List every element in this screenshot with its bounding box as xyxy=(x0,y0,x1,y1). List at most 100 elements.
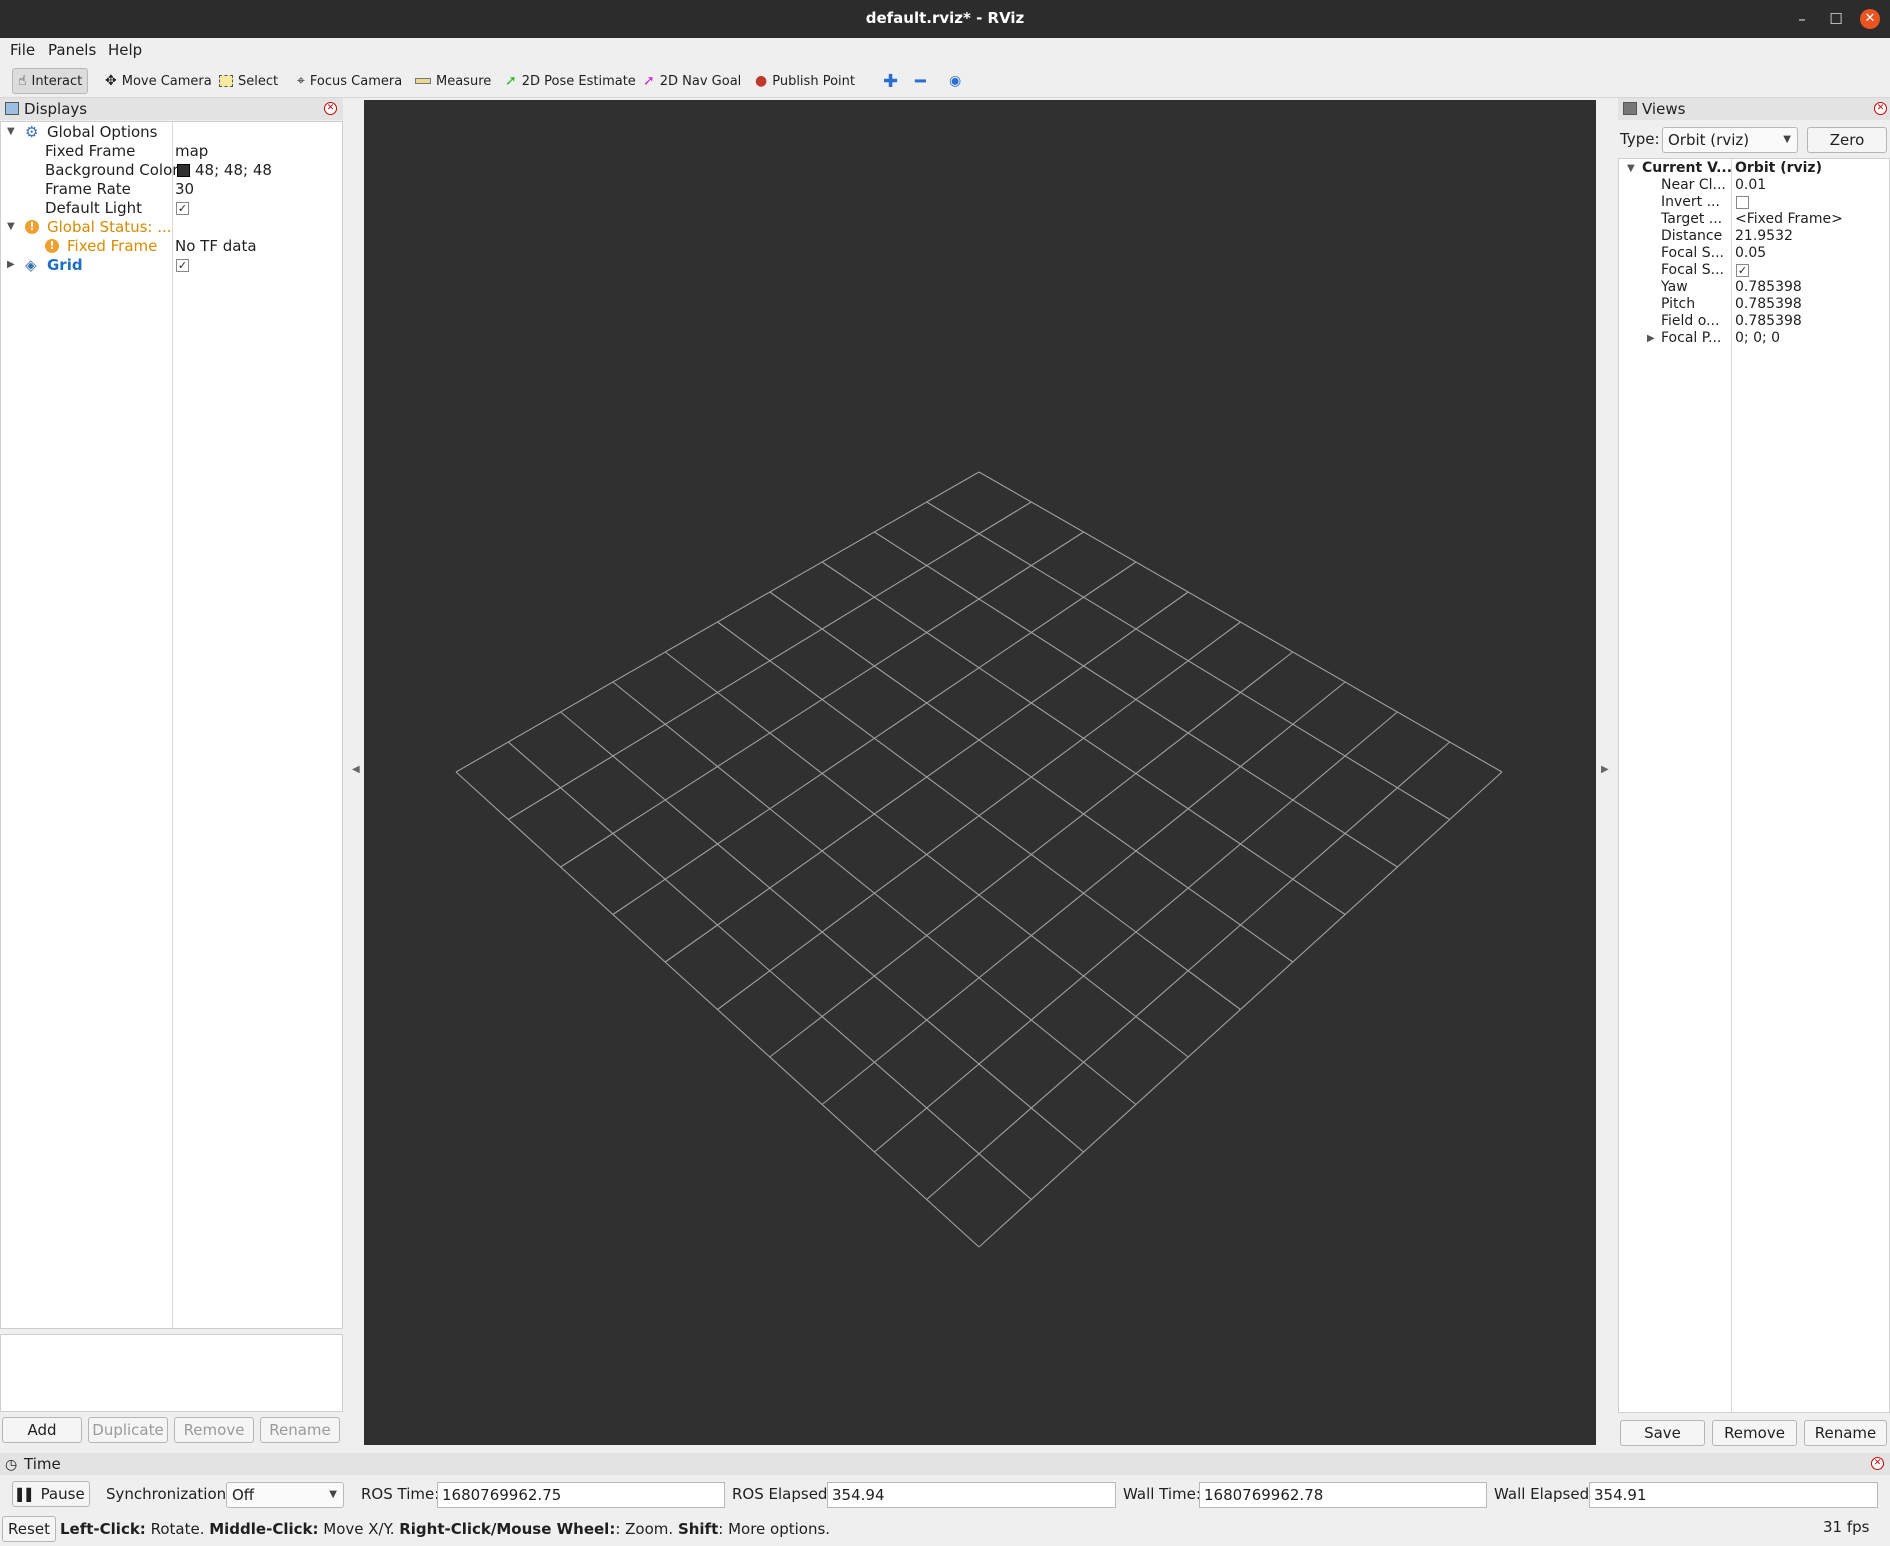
view-property-value[interactable]: <Fixed Frame> xyxy=(1735,211,1843,227)
global-status-row[interactable]: ▼ ! Global Status: ... xyxy=(1,218,342,237)
fixed-frame-value[interactable]: map xyxy=(175,142,208,160)
view-property-row[interactable]: Focal S... 0.05 xyxy=(1619,245,1889,262)
view-type-value: Orbit (rviz) xyxy=(1668,131,1750,149)
3d-viewport[interactable] xyxy=(364,100,1596,1445)
publish-point-tool-button[interactable]: ● Publish Point xyxy=(750,68,860,94)
duplicate-display-button[interactable]: Duplicate xyxy=(88,1417,168,1443)
expand-arrow-icon[interactable]: ▼ xyxy=(7,221,15,232)
background-color-value[interactable]: 48; 48; 48 xyxy=(195,161,272,179)
pause-button[interactable]: ▌▌ Pause xyxy=(12,1481,90,1507)
reset-button[interactable]: Reset xyxy=(2,1516,56,1542)
remove-display-button[interactable]: Remove xyxy=(174,1417,254,1443)
view-property-value[interactable]: 0.785398 xyxy=(1735,296,1802,312)
status-help-right: Right-Click/Mouse Wheel: xyxy=(399,1520,616,1538)
view-property-row[interactable]: Pitch 0.785398 xyxy=(1619,296,1889,313)
grid-display-row[interactable]: ▶ ◈ Grid ✓ xyxy=(1,256,342,275)
fixed-frame-label: Fixed Frame xyxy=(45,142,136,160)
status-help-shift: Shift xyxy=(677,1520,719,1538)
time-close-icon[interactable]: ✕ xyxy=(1871,1457,1884,1470)
menu-file[interactable]: File xyxy=(10,41,35,59)
grid-enabled-checkbox[interactable]: ✓ xyxy=(176,259,189,272)
time-panel-header: ◷ Time ✕ xyxy=(0,1453,1890,1475)
status-fixed-frame-row[interactable]: ! Fixed Frame No TF data xyxy=(1,237,342,256)
view-property-row[interactable]: Distance 21.9532 xyxy=(1619,228,1889,245)
fixed-frame-row[interactable]: Fixed Frame map xyxy=(1,142,342,161)
measure-tool-button[interactable]: Measure xyxy=(410,68,496,94)
grid-line xyxy=(455,771,980,1248)
view-property-value[interactable]: 0.785398 xyxy=(1735,313,1802,329)
tool-properties-icon[interactable]: ◉ xyxy=(944,68,966,94)
save-view-button[interactable]: Save xyxy=(1620,1420,1705,1446)
fps-readout: 31 fps xyxy=(1823,1518,1870,1536)
current-view-row[interactable]: ▼ Current V... Orbit (rviz) xyxy=(1619,160,1889,177)
sync-select[interactable]: Off ▼ xyxy=(226,1482,344,1508)
global-options-row[interactable]: ▼ ⚙ Global Options xyxy=(1,123,342,142)
frame-rate-row[interactable]: Frame Rate 30 xyxy=(1,180,342,199)
view-property-row[interactable]: Yaw 0.785398 xyxy=(1619,279,1889,296)
status-help-text-2: Move X/Y. xyxy=(318,1520,400,1538)
collapse-right-panel-icon[interactable]: ▶ xyxy=(1601,764,1609,775)
view-type-select[interactable]: Orbit (rviz) ▼ xyxy=(1662,127,1798,153)
focal-shape-checkbox[interactable]: ✓ xyxy=(1736,264,1749,277)
rename-view-button[interactable]: Rename xyxy=(1804,1420,1887,1446)
remove-tool-icon[interactable]: ━ xyxy=(910,68,931,94)
background-color-row[interactable]: Background Color 48; 48; 48 xyxy=(1,161,342,180)
add-display-button[interactable]: Add xyxy=(2,1417,82,1443)
view-property-row[interactable]: Invert ... xyxy=(1619,194,1889,211)
view-property-row[interactable]: Target ... <Fixed Frame> xyxy=(1619,211,1889,228)
default-light-row[interactable]: Default Light ✓ xyxy=(1,199,342,218)
ruler-icon xyxy=(415,78,431,84)
menu-help[interactable]: Help xyxy=(108,41,142,59)
view-property-value[interactable]: 21.9532 xyxy=(1735,228,1793,244)
grid-line xyxy=(926,741,1451,1200)
interact-tool-button[interactable]: ☝ Interact xyxy=(12,68,89,94)
pose-estimate-tool-button[interactable]: ➚ 2D Pose Estimate xyxy=(500,68,641,94)
current-view-label: Current V... xyxy=(1642,160,1733,176)
select-tool-button[interactable]: Select xyxy=(214,68,283,94)
view-property-value[interactable]: 0.05 xyxy=(1735,245,1766,261)
pose-estimate-label: 2D Pose Estimate xyxy=(521,73,636,89)
view-property-row[interactable]: ▶ Focal P... 0; 0; 0 xyxy=(1619,330,1889,347)
displays-tree[interactable]: ▼ ⚙ Global Options Fixed Frame map Backg… xyxy=(0,121,343,1329)
expand-arrow-icon[interactable]: ▼ xyxy=(7,126,15,137)
view-property-row[interactable]: Field o... 0.785398 xyxy=(1619,313,1889,330)
displays-close-icon[interactable]: ✕ xyxy=(324,102,337,115)
default-light-label: Default Light xyxy=(45,199,143,217)
pause-label: Pause xyxy=(40,1485,85,1503)
global-options-label: Global Options xyxy=(47,123,158,141)
nav-goal-tool-button[interactable]: ➚ 2D Nav Goal xyxy=(638,68,746,94)
invert-z-checkbox[interactable] xyxy=(1736,196,1749,209)
view-property-row[interactable]: Focal S... ✓ xyxy=(1619,262,1889,279)
monitor-icon xyxy=(5,102,19,115)
view-property-name: Focal P... xyxy=(1661,330,1722,346)
move-camera-tool-button[interactable]: ✥ Move Camera xyxy=(100,68,217,94)
default-light-checkbox[interactable]: ✓ xyxy=(176,202,189,215)
rename-display-button[interactable]: Rename xyxy=(260,1417,340,1443)
maximize-icon[interactable]: ☐ xyxy=(1826,9,1846,29)
wall-elapsed-field[interactable]: 354.91 xyxy=(1589,1482,1878,1508)
wall-time-field[interactable]: 1680769962.78 xyxy=(1199,1482,1487,1508)
color-swatch[interactable] xyxy=(177,164,190,177)
view-property-value[interactable]: 0; 0; 0 xyxy=(1735,330,1780,346)
views-close-icon[interactable]: ✕ xyxy=(1874,102,1887,115)
close-icon[interactable]: ✕ xyxy=(1860,9,1880,29)
focus-camera-tool-button[interactable]: ⌖ Focus Camera xyxy=(292,68,407,94)
view-property-row[interactable]: Near Cl... 0.01 xyxy=(1619,177,1889,194)
remove-view-button[interactable]: Remove xyxy=(1712,1420,1797,1446)
expand-arrow-icon[interactable]: ▼ xyxy=(1627,163,1635,174)
views-tree[interactable]: ▼ Current V... Orbit (rviz) Near Cl... 0.… xyxy=(1618,158,1890,1413)
frame-rate-value[interactable]: 30 xyxy=(175,180,194,198)
ros-time-field[interactable]: 1680769962.75 xyxy=(437,1482,725,1508)
ros-elapsed-field[interactable]: 354.94 xyxy=(827,1482,1116,1508)
ros-elapsed-label: ROS Elapsed: xyxy=(732,1485,833,1503)
minimize-icon[interactable]: – xyxy=(1792,9,1812,29)
collapse-left-panel-icon[interactable]: ◀ xyxy=(352,764,360,775)
view-property-value[interactable]: 0.785398 xyxy=(1735,279,1802,295)
zero-view-button[interactable]: Zero xyxy=(1807,127,1887,153)
collapse-arrow-icon[interactable]: ▶ xyxy=(1647,333,1655,344)
collapse-arrow-icon[interactable]: ▶ xyxy=(7,259,15,270)
view-property-value[interactable]: 0.01 xyxy=(1735,177,1766,193)
add-tool-icon[interactable]: ✚ xyxy=(878,68,903,94)
frame-rate-label: Frame Rate xyxy=(45,180,131,198)
menu-panels[interactable]: Panels xyxy=(48,41,96,59)
